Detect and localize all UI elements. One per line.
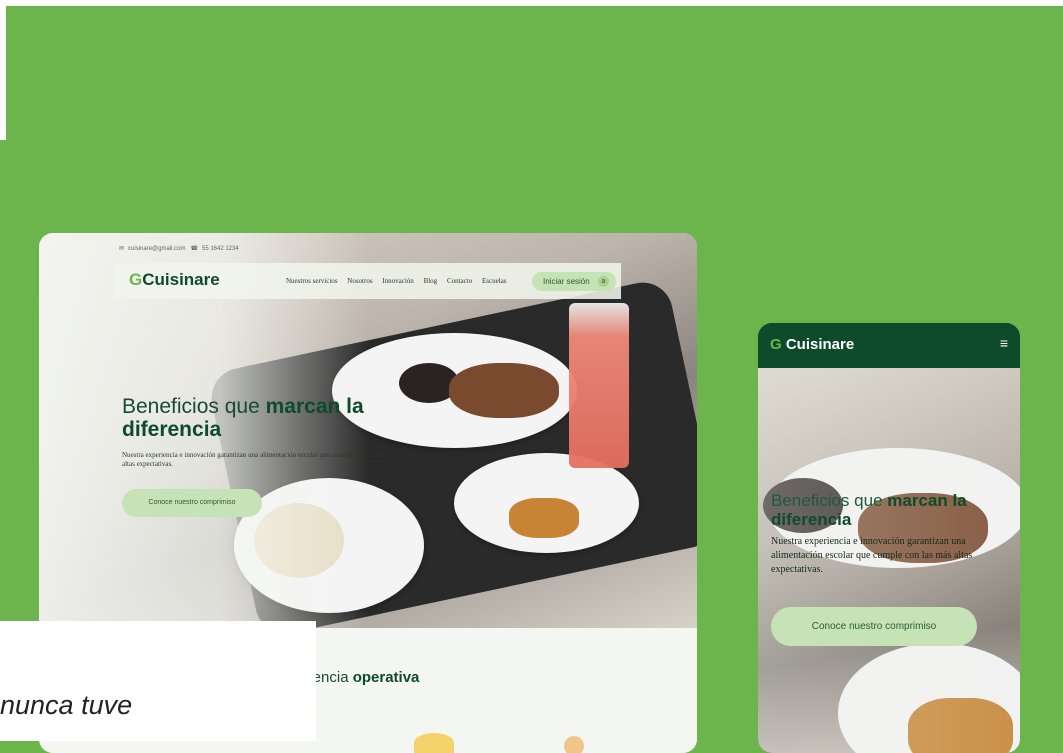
navbar: GCuisinare Nuestros servicios Nosotros I…	[114, 263, 621, 299]
mobile-header: G Cuisinare ≡	[758, 323, 1020, 368]
mobile-hero-subtitle: Nuestra experiencia e innovación garanti…	[771, 536, 973, 575]
mobile-hero-title-normal: Beneficios que	[771, 491, 888, 510]
chicken	[509, 498, 579, 538]
section-title: elencia operativa	[301, 669, 419, 686]
left-white-strip	[0, 0, 6, 140]
hero-title-bold-2: diferencia	[122, 418, 222, 441]
logo-text: Cuisinare	[142, 270, 220, 289]
hamburger-menu-icon[interactable]: ≡	[1000, 335, 1008, 351]
user-icon: a	[598, 276, 609, 287]
hero-subtitle: Nuestra experiencia e innovación garanti…	[122, 451, 387, 468]
nav-item-innovacion[interactable]: Innovación	[382, 277, 414, 285]
contact-email[interactable]: cuisinare@gmail.com	[128, 246, 185, 252]
nav-item-contacto[interactable]: Contacto	[447, 277, 472, 285]
meat	[449, 363, 559, 418]
hero-title: Beneficios que marcan la diferencia	[122, 395, 392, 441]
logo-mark-icon: G	[770, 336, 782, 353]
hero-title-bold: marcan la	[265, 395, 364, 418]
mobile-hero-title-bold: marcan la	[887, 491, 967, 510]
mobile-logo-text: Cuisinare	[785, 336, 855, 353]
logo[interactable]: GCuisinare	[129, 270, 220, 290]
nav-item-escuelas[interactable]: Escuelas	[482, 277, 507, 285]
caption-text: nunca tuve	[0, 690, 133, 720]
contact-bar: ✉ cuisinare@gmail.com ☎ 55 1642 1234	[119, 245, 239, 252]
decorative-icon	[414, 733, 454, 753]
hero-title-normal: Beneficios que	[122, 395, 266, 418]
caption-box	[0, 621, 316, 741]
decorative-icon	[564, 736, 584, 753]
top-white-strip	[0, 0, 1063, 6]
phone-icon: ☎	[190, 246, 198, 252]
mobile-logo[interactable]: G Cuisinare	[770, 336, 854, 353]
nav-item-nosotros[interactable]: Nosotros	[347, 277, 372, 285]
juice-glass	[569, 303, 629, 468]
login-button[interactable]: Iniciar sesión a	[532, 272, 616, 291]
nav-links: Nuestros servicios Nosotros Innovación B…	[286, 277, 514, 285]
mobile-cta-button[interactable]: Conoce nuestro comprimiso	[771, 607, 977, 646]
nav-item-blog[interactable]: Blog	[424, 277, 438, 285]
contact-phone[interactable]: 55 1642 1234	[202, 246, 239, 252]
mobile-hero-title: Beneficios que marcan la diferencia	[771, 491, 1011, 529]
cta-button[interactable]: Conoce nuestro comprimiso	[122, 489, 262, 517]
logo-mark-icon: G	[129, 270, 143, 289]
mobile-hero-title-bold-2: diferencia	[771, 510, 852, 529]
section-title-bold: operativa	[352, 669, 420, 686]
nav-item-servicios[interactable]: Nuestros servicios	[286, 277, 338, 285]
login-label: Iniciar sesión	[543, 277, 590, 286]
mail-icon: ✉	[119, 246, 125, 252]
mobile-mockup: G Cuisinare ≡ Beneficios que marcan la di…	[758, 323, 1020, 753]
